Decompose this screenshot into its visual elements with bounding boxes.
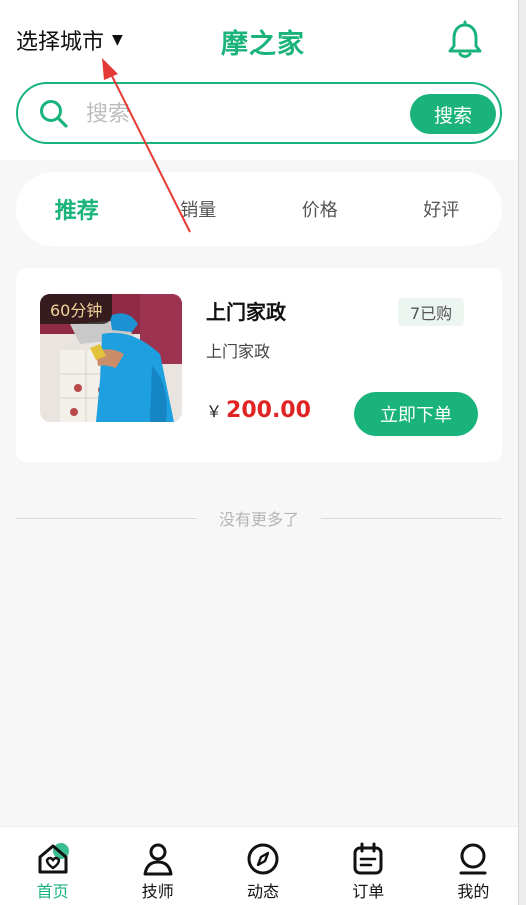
sold-count-badge: 7已购 (398, 298, 465, 326)
calendar-icon (353, 842, 383, 875)
tabbar-label-mine: 我的 (457, 882, 490, 901)
no-more-text: 没有更多了 (219, 510, 300, 529)
sort-tabs: 推荐 销量 价格 好评 (16, 172, 502, 246)
tab-price[interactable]: 价格 (259, 196, 381, 222)
divider-line-right (321, 517, 503, 519)
user-circle-icon (459, 843, 487, 875)
price-amount: 200.00 (226, 398, 311, 423)
tabbar-label-moments: 动态 (247, 882, 280, 901)
duration-badge: 60分钟 (40, 294, 113, 324)
home-icon (38, 843, 69, 874)
tabbar-item-technician[interactable]: 技师 (105, 827, 210, 905)
no-more-divider: 没有更多了 (16, 506, 503, 530)
product-subtitle: 上门家政 (206, 342, 271, 361)
currency-symbol: ￥ (206, 402, 223, 421)
search-section: 搜索 (0, 80, 526, 160)
search-button[interactable]: 搜索 (410, 94, 496, 134)
product-thumbnail: 60分钟 (40, 294, 182, 422)
tabbar-item-mine[interactable]: 我的 (421, 827, 526, 905)
product-price: ￥ 200.00 (206, 398, 311, 423)
tabbar-item-orders[interactable]: 订单 (316, 827, 421, 905)
tabbar-item-moments[interactable]: 动态 (210, 827, 315, 905)
product-card[interactable]: 60分钟 上门家政 7已购 上门家政 ￥ 200.00 立即下单 (16, 268, 502, 462)
bell-icon[interactable] (446, 20, 484, 60)
tabbar-label-orders: 订单 (352, 882, 385, 901)
search-bar: 搜索 (16, 82, 502, 144)
divider-line-left (16, 517, 197, 519)
search-input[interactable] (86, 96, 386, 132)
scrollbar-track[interactable] (518, 0, 526, 905)
tab-recommend[interactable]: 推荐 (16, 193, 138, 225)
person-icon (143, 843, 173, 876)
tabbar-label-technician: 技师 (141, 882, 174, 901)
app-header: 选择城市 ▼ 摩之家 (0, 0, 526, 80)
product-title: 上门家政 (206, 300, 286, 324)
compass-icon (247, 843, 279, 875)
order-now-button[interactable]: 立即下单 (354, 392, 478, 436)
tab-rating[interactable]: 好评 (381, 196, 503, 222)
search-icon (40, 100, 68, 128)
bottom-tab-bar: 首页 技师 动态 订单 我的 (0, 826, 526, 905)
tab-sales[interactable]: 销量 (138, 196, 260, 222)
tabbar-label-home: 首页 (36, 882, 69, 901)
tabbar-item-home[interactable]: 首页 (0, 827, 105, 905)
